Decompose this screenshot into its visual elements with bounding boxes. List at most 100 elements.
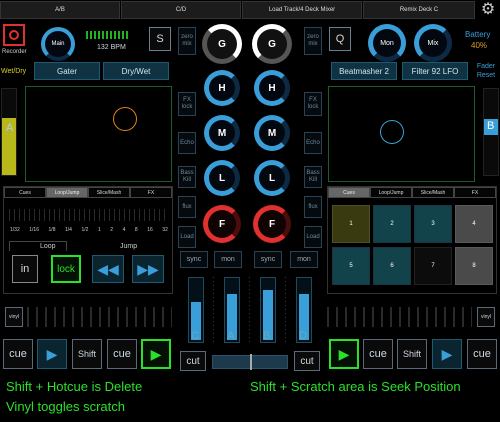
tab-loop-jump-left[interactable]: Loop/Jump [46, 187, 88, 198]
hi-knob-right[interactable]: H [254, 70, 290, 106]
hotcue-pad-1[interactable]: 1 [332, 205, 370, 243]
hotcue-pad-4[interactable]: 4 [455, 205, 493, 243]
loop-size-4[interactable]: 4 [123, 227, 126, 233]
main-volume-knob[interactable]: Main [41, 27, 75, 61]
right-fx-slider[interactable] [483, 88, 499, 176]
bass-kill-left[interactable]: Bass Kill [178, 166, 196, 188]
play-button-right-1[interactable]: ▶ [329, 339, 359, 369]
crossfader[interactable] [212, 354, 288, 370]
loop-size-16[interactable]: 16 [147, 227, 153, 233]
xy-cursor-left [113, 107, 137, 131]
jump-forward-button[interactable]: ▶▶ [132, 255, 164, 283]
xy-pad-left[interactable] [25, 86, 172, 182]
fader-reset-button[interactable]: Fader Reset [473, 62, 499, 80]
hotcue-pad-6[interactable]: 6 [373, 247, 411, 285]
fx-lock-right[interactable]: FX lock [304, 92, 322, 116]
mid-label: M [217, 127, 227, 139]
deck-q-button[interactable]: Q [329, 27, 351, 51]
gear-icon[interactable]: ⚙ [478, 2, 498, 20]
fx-beatmasher-button[interactable]: Beatmasher 2 [331, 62, 397, 80]
mon-button-right[interactable]: mon [290, 251, 318, 268]
loop-size-32[interactable]: 32 [162, 227, 168, 233]
xy-pad-right[interactable] [328, 86, 475, 182]
low-knob-right[interactable]: L [254, 160, 290, 196]
cue-button-right-2[interactable]: cue [467, 339, 497, 369]
fx-filter-lfo-button[interactable]: Filter 92 LFO [402, 62, 468, 80]
sync-button-left[interactable]: sync [180, 251, 208, 268]
hotcue-pad-2[interactable]: 2 [373, 205, 411, 243]
shift-button-right[interactable]: Shift [397, 339, 427, 369]
loop-size-1-8[interactable]: 1/8 [49, 227, 56, 233]
monitor-mix-knob[interactable]: Mix [414, 24, 452, 62]
pitch-ruler-right [327, 307, 472, 327]
hotcue-pad-7[interactable]: 7 [414, 247, 452, 285]
mid-knob-left[interactable]: M [204, 115, 240, 151]
hint-hotcue-delete: Shift + Hotcue is Delete [6, 379, 143, 394]
filter-knob-right[interactable]: F [253, 205, 291, 243]
gain-knob-right[interactable]: G [252, 24, 292, 64]
recorder-button[interactable] [3, 24, 25, 46]
echo-left[interactable]: Echo [178, 132, 196, 154]
loop-size-1-16[interactable]: 1/16 [29, 227, 39, 233]
fx-lock-left[interactable]: FX lock [178, 92, 196, 116]
cut-button-right[interactable]: cut [294, 351, 320, 371]
cue-button-left-1[interactable]: cue [3, 339, 33, 369]
cut-button-left[interactable]: cut [180, 351, 206, 371]
tab-ab[interactable]: A/B [0, 1, 120, 19]
hotcue-pad-8[interactable]: 8 [455, 247, 493, 285]
low-knob-left[interactable]: L [204, 160, 240, 196]
tab-slice-mash-right[interactable]: Slice/Mash [412, 187, 454, 198]
play-button-left-2[interactable]: ▶ [141, 339, 171, 369]
loop-size-2[interactable]: 2 [110, 227, 113, 233]
loop-in-button[interactable]: in [12, 255, 38, 283]
flux-left[interactable]: flux [178, 196, 196, 218]
loop-size-1-4[interactable]: 1/4 [65, 227, 72, 233]
loop-size-1[interactable]: 1 [98, 227, 101, 233]
sync-button-right[interactable]: sync [254, 251, 282, 268]
fx-dry-wet-button[interactable]: Dry/Wet [103, 62, 169, 80]
crossfader-handle [250, 354, 252, 370]
jump-back-button[interactable]: ◀◀ [92, 255, 124, 283]
xy-side-label-a: A [6, 122, 14, 134]
hi-knob-left[interactable]: H [204, 70, 240, 106]
tab-fx-right[interactable]: FX [454, 187, 496, 198]
mid-knob-right[interactable]: M [254, 115, 290, 151]
cue-button-left-2[interactable]: cue [107, 339, 137, 369]
tab-fx-left[interactable]: FX [130, 187, 172, 198]
loop-size-8[interactable]: 8 [135, 227, 138, 233]
cue-button-right-1[interactable]: cue [363, 339, 393, 369]
load-right[interactable]: Load [304, 226, 322, 248]
fx-gater-button[interactable]: Gater [34, 62, 100, 80]
vinyl-button-right[interactable]: vinyl [477, 307, 495, 327]
shift-button-left[interactable]: Shift [72, 339, 102, 369]
battery-label: Battery [465, 30, 491, 39]
loop-size-1-32[interactable]: 1/32 [10, 227, 20, 233]
tab-loop-jump-right[interactable]: Loop/Jump [370, 187, 412, 198]
loop-size-1-2[interactable]: 1/2 [82, 227, 89, 233]
hotcue-pad-5[interactable]: 5 [332, 247, 370, 285]
deck-s-button[interactable]: S [149, 27, 171, 51]
mon-button-left[interactable]: mon [214, 251, 242, 268]
flux-right[interactable]: flux [304, 196, 322, 218]
tab-load-track[interactable]: Load Track/4 Deck Mixer [242, 1, 362, 19]
vinyl-button-left[interactable]: vinyl [5, 307, 23, 327]
play-button-right-2[interactable]: ▶ [432, 339, 462, 369]
tab-cd[interactable]: C/D [121, 1, 241, 19]
filter-knob-left[interactable]: F [203, 205, 241, 243]
tab-slice-mash-left[interactable]: Slice/Mash [88, 187, 130, 198]
zero-mix-left[interactable]: zero mix [178, 27, 196, 55]
tab-cues-left[interactable]: Cues [4, 187, 46, 198]
monitor-volume-knob[interactable]: Mon [368, 24, 406, 62]
hotcue-pad-3[interactable]: 3 [414, 205, 452, 243]
play-button-left-1[interactable]: ▶ [37, 339, 67, 369]
gain-label: G [268, 38, 276, 50]
gain-knob-left[interactable]: G [202, 24, 242, 64]
load-left[interactable]: Load [178, 226, 196, 248]
echo-right[interactable]: Echo [304, 132, 322, 154]
zero-mix-right[interactable]: zero mix [304, 27, 322, 55]
loop-lock-button[interactable]: lock [51, 255, 81, 283]
fader-scale [213, 277, 214, 343]
tab-remix-deck-c[interactable]: Remix Deck C [363, 1, 475, 19]
bass-kill-right[interactable]: Bass Kill [304, 166, 322, 188]
tab-cues-right[interactable]: Cues [328, 187, 370, 198]
